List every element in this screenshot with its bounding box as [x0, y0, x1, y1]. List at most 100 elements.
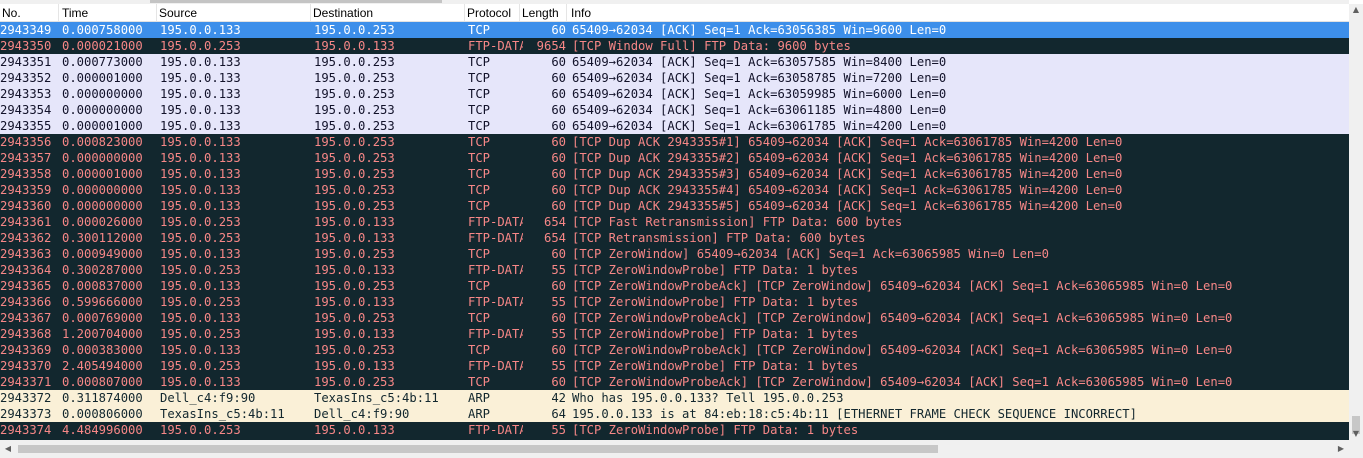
packet-row[interactable]: 2943369 0.000383000 195.0.0.133 195.0.0.253… — [0, 342, 1349, 358]
packet-destination: 195.0.0.253 — [314, 23, 395, 37]
packet-info: 195.0.0.133 is at 84:eb:18:c5:4b:11 [ETH… — [572, 407, 1137, 421]
packet-length: 654 — [543, 215, 566, 229]
packet-source: 195.0.0.253 — [160, 423, 241, 437]
packet-row[interactable]: 2943363 0.000949000 195.0.0.133 195.0.0.253… — [0, 246, 1349, 262]
packet-destination: 195.0.0.253 — [314, 151, 395, 165]
packet-length: 55 — [551, 263, 566, 277]
packet-length: 60 — [551, 55, 566, 69]
packet-row[interactable]: 2943372 0.311874000 Dell_c4:f9:90 TexasIns_… — [0, 390, 1349, 406]
packet-protocol: FTP-DATA — [468, 215, 523, 229]
packet-row[interactable]: 2943370 2.405494000 195.0.0.253 195.0.0.133… — [0, 358, 1349, 374]
packet-protocol: ARP — [468, 391, 491, 405]
packet-number: 2943365 — [0, 279, 52, 293]
packet-time: 0.599666000 — [62, 295, 143, 309]
packet-info: [TCP Retransmission] FTP Data: 600 bytes — [572, 231, 866, 245]
column-header-source[interactable]: Source — [159, 6, 197, 20]
packet-source: 195.0.0.253 — [160, 327, 241, 341]
packet-time: 4.484996000 — [62, 423, 143, 437]
packet-number: 2943366 — [0, 295, 52, 309]
horizontal-scrollbar[interactable]: ◀ ▶ — [0, 440, 1349, 458]
packet-row[interactable]: 2943352 0.000001000 195.0.0.133 195.0.0.253… — [0, 70, 1349, 86]
packet-time: 0.300287000 — [62, 263, 143, 277]
packet-row[interactable]: 2943354 0.000000000 195.0.0.133 195.0.0.253… — [0, 102, 1349, 118]
packet-source: 195.0.0.133 — [160, 103, 241, 117]
packet-length: 9654 — [536, 39, 566, 53]
packet-time: 0.000823000 — [62, 135, 143, 149]
packet-row[interactable]: 2943360 0.000000000 195.0.0.133 195.0.0.253… — [0, 198, 1349, 214]
column-divider[interactable] — [58, 4, 59, 21]
packet-protocol: TCP — [468, 375, 491, 389]
packet-row[interactable]: 2943373 0.000806000 TexasIns_c5:4b:11 Dell_… — [0, 406, 1349, 422]
packet-protocol: TCP — [468, 135, 491, 149]
packet-info: 65409→62034 [ACK] Seq=1 Ack=63056385 Win… — [572, 23, 947, 37]
packet-row[interactable]: 2943350 0.000021000 195.0.0.253 195.0.0.133… — [0, 38, 1349, 54]
packet-row[interactable]: 2943371 0.000807000 195.0.0.133 195.0.0.253… — [0, 374, 1349, 390]
packet-list[interactable]: 2943349 0.000758000 195.0.0.133 195.0.0.253… — [0, 22, 1349, 440]
packet-number: 2943362 — [0, 231, 52, 245]
packet-length: 60 — [551, 119, 566, 133]
top-scrollbar-thumb[interactable] — [150, 0, 442, 3]
packet-row[interactable]: 2943368 1.200704000 195.0.0.253 195.0.0.133… — [0, 326, 1349, 342]
packet-time: 0.300112000 — [62, 231, 143, 245]
column-divider[interactable] — [156, 4, 157, 21]
packet-destination: 195.0.0.133 — [314, 359, 395, 373]
packet-number: 2943372 — [0, 391, 52, 405]
packet-row[interactable]: 2943357 0.000000000 195.0.0.133 195.0.0.253… — [0, 150, 1349, 166]
column-header-no[interactable]: No. — [2, 6, 21, 20]
packet-number: 2943367 — [0, 311, 52, 325]
packet-number: 2943349 — [0, 23, 52, 37]
packet-info: [TCP ZeroWindow] 65409→62034 [ACK] Seq=1… — [572, 247, 1049, 261]
packet-time: 0.311874000 — [62, 391, 143, 405]
packet-length: 42 — [551, 391, 566, 405]
packet-info: [TCP ZeroWindowProbe] FTP Data: 1 bytes — [572, 359, 859, 373]
column-header-length[interactable]: Length — [522, 6, 559, 20]
packet-row[interactable]: 2943364 0.300287000 195.0.0.253 195.0.0.133… — [0, 262, 1349, 278]
packet-row[interactable]: 2943353 0.000000000 195.0.0.133 195.0.0.253… — [0, 86, 1349, 102]
packet-protocol: TCP — [468, 183, 491, 197]
packet-info: [TCP ZeroWindowProbe] FTP Data: 1 bytes — [572, 295, 859, 309]
packet-info: 65409→62034 [ACK] Seq=1 Ack=63057585 Win… — [572, 55, 947, 69]
packet-source: Dell_c4:f9:90 — [160, 391, 256, 405]
column-divider[interactable] — [566, 4, 567, 21]
packet-info: [TCP ZeroWindowProbe] FTP Data: 1 bytes — [572, 327, 859, 341]
packet-row[interactable]: 2943358 0.000001000 195.0.0.133 195.0.0.253… — [0, 166, 1349, 182]
packet-row[interactable]: 2943366 0.599666000 195.0.0.253 195.0.0.133… — [0, 294, 1349, 310]
horizontal-scrollbar-thumb[interactable] — [18, 445, 938, 453]
column-header-protocol[interactable]: Protocol — [467, 6, 511, 20]
packet-info: [TCP Dup ACK 2943355#3] 65409→62034 [ACK… — [572, 167, 1123, 181]
packet-row[interactable]: 2943361 0.000026000 195.0.0.253 195.0.0.133… — [0, 214, 1349, 230]
packet-destination: TexasIns_c5:4b:11 — [314, 391, 439, 405]
packet-length: 55 — [551, 359, 566, 373]
chevron-right-icon[interactable]: ▶ — [1335, 443, 1347, 455]
packet-row[interactable]: 2943365 0.000837000 195.0.0.133 195.0.0.253… — [0, 278, 1349, 294]
packet-source: 195.0.0.133 — [160, 311, 241, 325]
packet-row[interactable]: 2943374 4.484996000 195.0.0.253 195.0.0.133… — [0, 422, 1349, 438]
packet-time: 0.000807000 — [62, 375, 143, 389]
packet-row[interactable]: 2943349 0.000758000 195.0.0.133 195.0.0.253… — [0, 22, 1349, 38]
packet-row[interactable]: 2943356 0.000823000 195.0.0.133 195.0.0.253… — [0, 134, 1349, 150]
packet-source: 195.0.0.253 — [160, 231, 241, 245]
column-header-destination[interactable]: Destination — [313, 6, 373, 20]
vertical-scrollbar[interactable]: ▲ ▼ — [1349, 4, 1363, 440]
packet-time: 0.000000000 — [62, 103, 143, 117]
column-divider[interactable] — [464, 4, 465, 21]
packet-source: 195.0.0.133 — [160, 247, 241, 261]
column-header-time[interactable]: Time — [62, 6, 88, 20]
packet-length: 55 — [551, 423, 566, 437]
packet-row[interactable]: 2943367 0.000769000 195.0.0.133 195.0.0.253… — [0, 310, 1349, 326]
column-header-info[interactable]: Info — [571, 6, 591, 20]
packet-length: 60 — [551, 71, 566, 85]
packet-protocol: TCP — [468, 87, 491, 101]
packet-row[interactable]: 2943359 0.000000000 195.0.0.133 195.0.0.253… — [0, 182, 1349, 198]
column-divider[interactable] — [519, 4, 520, 21]
chevron-down-icon[interactable]: ▼ — [1349, 428, 1363, 440]
packet-row[interactable]: 2943362 0.300112000 195.0.0.253 195.0.0.133… — [0, 230, 1349, 246]
packet-protocol: FTP-DATA — [468, 295, 523, 309]
chevron-left-icon[interactable]: ◀ — [2, 443, 14, 455]
packet-row[interactable]: 2943351 0.000773000 195.0.0.133 195.0.0.253… — [0, 54, 1349, 70]
packet-source: 195.0.0.133 — [160, 23, 241, 37]
chevron-up-icon[interactable]: ▲ — [1349, 4, 1363, 16]
column-divider[interactable] — [310, 4, 311, 21]
packet-length: 60 — [551, 23, 566, 37]
packet-row[interactable]: 2943355 0.000001000 195.0.0.133 195.0.0.253… — [0, 118, 1349, 134]
